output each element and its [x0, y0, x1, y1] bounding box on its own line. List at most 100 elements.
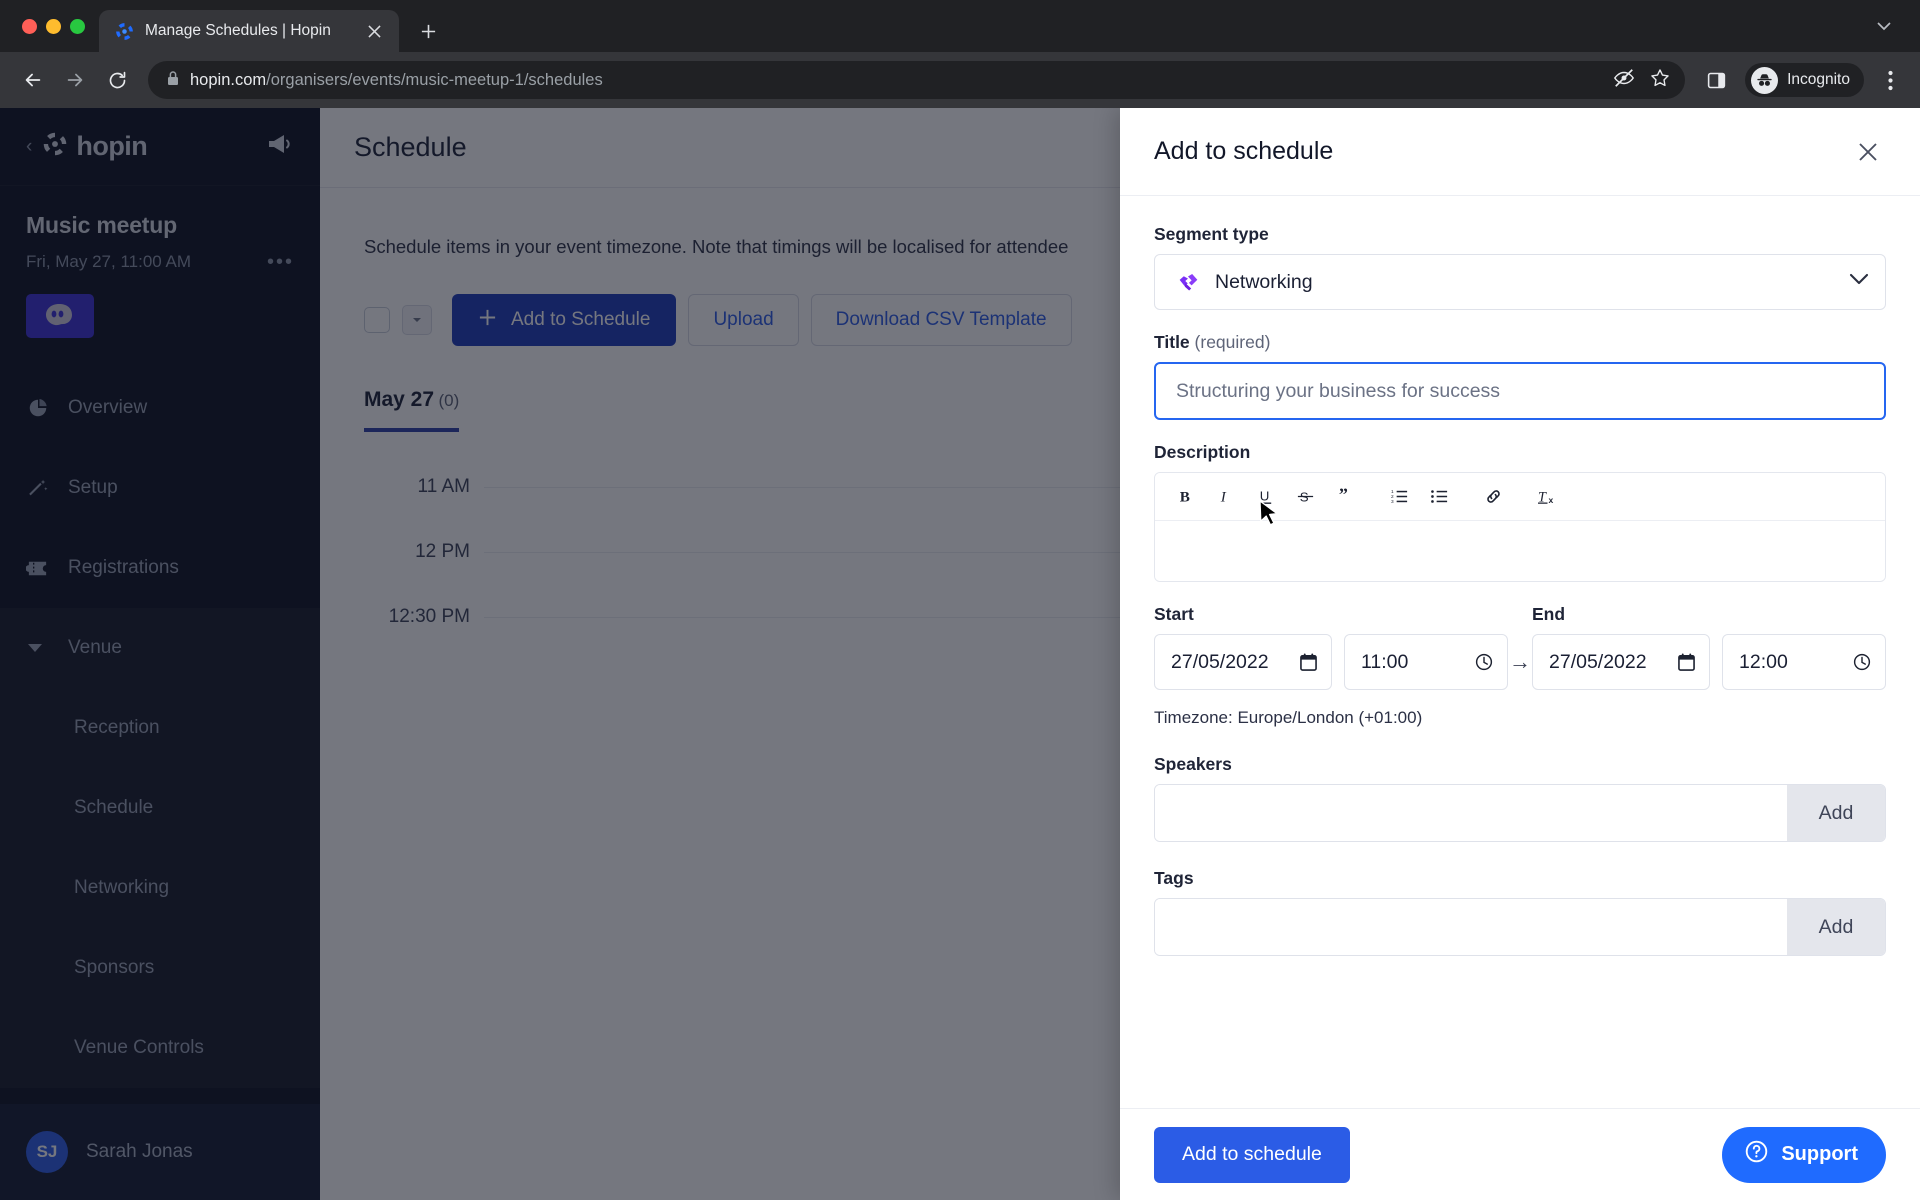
clock-icon[interactable]: [1853, 653, 1871, 671]
italic-icon[interactable]: I: [1205, 477, 1245, 517]
question-circle-icon: [1744, 1139, 1769, 1170]
tags-input-row: Add: [1154, 898, 1886, 956]
page-viewport: ‹: [0, 108, 1920, 1200]
svg-text:3: 3: [1390, 499, 1393, 505]
forward-button[interactable]: [56, 61, 94, 99]
speakers-input-row: Add: [1154, 784, 1886, 842]
blockquote-icon[interactable]: ”: [1325, 477, 1365, 517]
clock-icon[interactable]: [1475, 653, 1493, 671]
eye-slash-icon[interactable]: [1613, 67, 1635, 94]
close-window-button[interactable]: [22, 18, 37, 34]
new-tab-button[interactable]: [411, 14, 445, 48]
maximize-window-button[interactable]: [70, 18, 85, 34]
speakers-add-button[interactable]: Add: [1787, 785, 1885, 841]
start-date-value: 27/05/2022: [1171, 650, 1269, 673]
end-time-input[interactable]: 12:00: [1722, 634, 1886, 690]
tab-strip: Manage Schedules | Hopin: [0, 0, 1920, 52]
end-date-value: 27/05/2022: [1549, 650, 1647, 673]
minimize-window-button[interactable]: [46, 18, 61, 34]
ordered-list-icon[interactable]: 123: [1379, 477, 1419, 517]
browser-toolbar: hopin.com/organisers/events/music-meetup…: [0, 52, 1920, 108]
panel-body: Segment type Networking Title (required)…: [1120, 196, 1920, 1108]
description-textarea[interactable]: [1155, 521, 1885, 581]
close-icon[interactable]: [1850, 134, 1886, 170]
panel-footer: Add to schedule Support: [1120, 1108, 1920, 1200]
datetime-field: Start 27/05/2022 11:00 → End 27/05/2022 …: [1154, 604, 1886, 728]
editor-toolbar: B I U S ” 1 2 3 T x: [1155, 473, 1885, 521]
lock-icon: [166, 70, 180, 91]
speakers-field: Speakers Add: [1154, 754, 1886, 842]
description-field: Description B I U S ” 1 2 3 T x: [1154, 442, 1886, 582]
link-icon[interactable]: [1473, 477, 1513, 517]
submit-add-to-schedule-button[interactable]: Add to schedule: [1154, 1126, 1350, 1183]
omnibox-actions: [1613, 67, 1671, 94]
segment-type-label: Segment type: [1154, 224, 1269, 244]
panel-header: Add to schedule: [1120, 108, 1920, 196]
end-label: End: [1532, 604, 1566, 624]
end-time-value: 12:00: [1739, 650, 1788, 673]
start-label: Start: [1154, 604, 1194, 624]
bold-icon[interactable]: B: [1165, 477, 1205, 517]
hopin-favicon: [115, 22, 134, 41]
omnibox-host: hopin.com: [190, 70, 267, 89]
tags-add-button[interactable]: Add: [1787, 899, 1885, 955]
side-panel-icon[interactable]: [1697, 61, 1735, 99]
address-bar[interactable]: hopin.com/organisers/events/music-meetup…: [148, 61, 1686, 99]
segment-type-select[interactable]: Networking: [1154, 254, 1886, 310]
reload-button[interactable]: [98, 61, 136, 99]
support-label: Support: [1781, 1143, 1858, 1165]
timezone-text: Timezone: Europe/London (+01:00): [1154, 708, 1423, 727]
tags-field: Tags Add: [1154, 868, 1886, 956]
start-group: Start 27/05/2022 11:00: [1154, 604, 1508, 690]
strikethrough-icon[interactable]: S: [1285, 477, 1325, 517]
title-input[interactable]: [1154, 362, 1886, 420]
browser-tab[interactable]: Manage Schedules | Hopin: [99, 10, 399, 52]
speakers-input[interactable]: [1155, 785, 1787, 841]
clear-formatting-icon[interactable]: T x: [1527, 477, 1567, 517]
incognito-icon: [1751, 66, 1779, 94]
omnibox-url: hopin.com/organisers/events/music-meetup…: [190, 71, 603, 90]
tags-label: Tags: [1154, 868, 1194, 888]
tab-close-icon[interactable]: [361, 18, 387, 44]
description-label: Description: [1154, 442, 1251, 462]
start-date-input[interactable]: 27/05/2022: [1154, 634, 1332, 690]
start-time-input[interactable]: 11:00: [1344, 634, 1508, 690]
datetime-row: Start 27/05/2022 11:00 → End 27/05/2022 …: [1154, 604, 1886, 690]
title-label-text: Title: [1154, 332, 1190, 352]
svg-text:”: ”: [1338, 487, 1347, 504]
svg-text:x: x: [1548, 495, 1553, 505]
start-inputs: 27/05/2022 11:00: [1154, 634, 1508, 690]
description-editor: B I U S ” 1 2 3 T x: [1154, 472, 1886, 582]
title-field: Title (required): [1154, 332, 1886, 420]
svg-text:I: I: [1219, 488, 1226, 505]
browser-window: Manage Schedules | Hopin hopin.com/organ…: [0, 0, 1920, 1200]
window-traffic-lights: [12, 0, 99, 52]
kebab-menu-icon[interactable]: [1874, 64, 1906, 96]
calendar-icon[interactable]: [1300, 653, 1317, 671]
calendar-icon[interactable]: [1678, 653, 1695, 671]
svg-text:B: B: [1179, 488, 1189, 505]
support-button[interactable]: Support: [1722, 1126, 1886, 1183]
star-icon[interactable]: [1649, 67, 1671, 94]
tags-input[interactable]: [1155, 899, 1787, 955]
arrow-right-icon: →: [1509, 649, 1531, 674]
segment-type-value: Networking: [1215, 270, 1313, 293]
underline-icon[interactable]: U: [1245, 477, 1285, 517]
back-button[interactable]: [14, 61, 52, 99]
end-group: End 27/05/2022 12:00: [1532, 604, 1886, 690]
tab-title: Manage Schedules | Hopin: [145, 22, 331, 39]
chevron-down-icon[interactable]: [1849, 273, 1869, 291]
chevron-down-icon[interactable]: [1874, 16, 1894, 41]
start-time-value: 11:00: [1361, 650, 1409, 673]
end-inputs: 27/05/2022 12:00: [1532, 634, 1886, 690]
title-required-note: (required): [1194, 332, 1271, 352]
handshake-icon: [1175, 269, 1201, 295]
profile-incognito-button[interactable]: Incognito: [1745, 63, 1864, 97]
bullet-list-icon[interactable]: [1419, 477, 1459, 517]
add-to-schedule-panel: Add to schedule Segment type Networking …: [1120, 108, 1920, 1200]
speakers-label: Speakers: [1154, 754, 1232, 774]
profile-label: Incognito: [1787, 71, 1850, 88]
panel-title: Add to schedule: [1154, 137, 1334, 165]
end-date-input[interactable]: 27/05/2022: [1532, 634, 1710, 690]
segment-type-field: Segment type Networking: [1154, 224, 1886, 310]
